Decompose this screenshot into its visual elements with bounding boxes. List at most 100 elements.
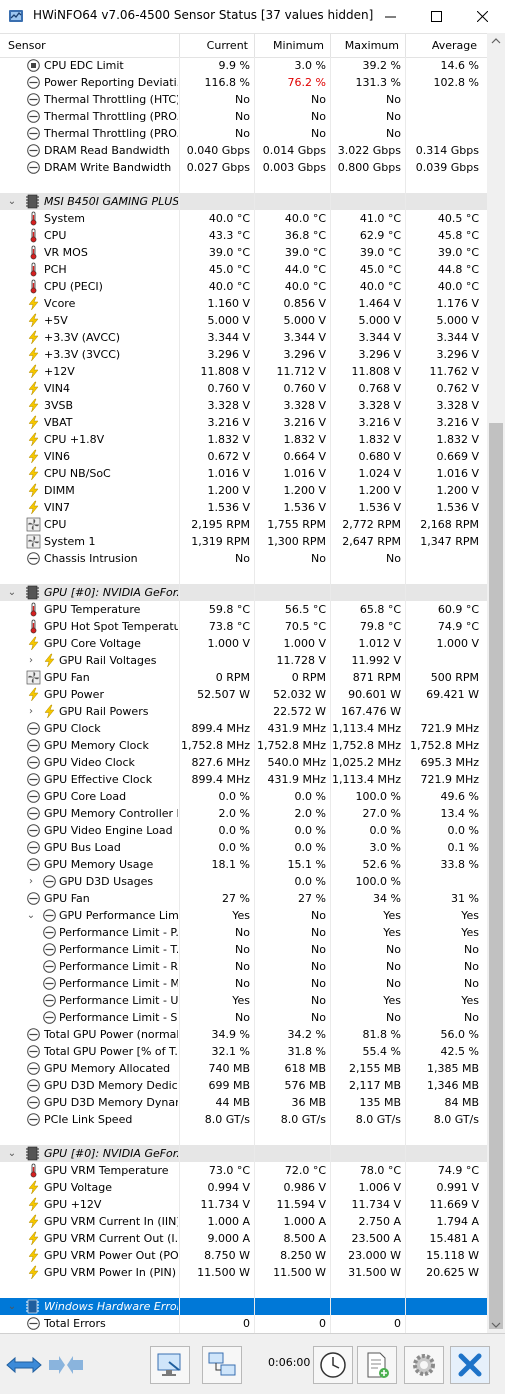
sensor-row[interactable]: +3.3V (3VCC) 3.296 V 3.296 V 3.296 V 3.296 V [0, 346, 487, 363]
sensor-row[interactable]: GPU VRM Power In (PIN) 11.500 W 11.500 W 31… [0, 1264, 487, 1281]
scroll-up-button[interactable] [487, 33, 505, 50]
column-header-maximum[interactable]: Maximum [330, 34, 405, 57]
sensor-row[interactable]: CPU 2,195 RPM 1,755 RPM 2,772 RPM 2,168 RPM [0, 516, 487, 533]
maximize-button[interactable] [413, 0, 459, 32]
sensor-row[interactable]: +5V 5.000 V 5.000 V 5.000 V 5.000 V [0, 312, 487, 329]
sensor-row[interactable]: GPU VRM Current Out (I... 9.000 A 8.500 A 2… [0, 1230, 487, 1247]
sensor-subgroup-row[interactable]: › GPU D3D Usages 0.0 % 100.0 % [0, 873, 487, 890]
sensor-row[interactable]: CPU (PECI) 40.0 °C 40.0 °C 40.0 °C 40.0 °C [0, 278, 487, 295]
report-button[interactable] [150, 1346, 190, 1384]
sensor-row[interactable]: GPU VRM Power Out (PO... 8.750 W 8.250 W 23… [0, 1247, 487, 1264]
column-header-sensor[interactable]: Sensor [0, 34, 179, 57]
sensor-row[interactable]: CPU EDC Limit 9.9 % 3.0 % 39.2 % 14.6 % [0, 57, 487, 74]
sensor-row[interactable]: DRAM Write Bandwidth 0.027 Gbps 0.003 Gbps… [0, 159, 487, 176]
navigate-button[interactable] [4, 1346, 44, 1384]
navigate-reset-button[interactable] [46, 1346, 86, 1384]
column-header-average[interactable]: Average [405, 34, 483, 57]
sensor-subgroup-row[interactable]: › GPU Rail Voltages 11.728 V 11.992 V [0, 652, 487, 669]
sensor-row[interactable]: VIN4 0.760 V 0.760 V 0.768 V 0.762 V [0, 380, 487, 397]
sensor-row[interactable]: PCIe Link Speed 8.0 GT/s 8.0 GT/s 8.0 GT/s 8… [0, 1111, 487, 1128]
close-window-button[interactable] [459, 0, 505, 32]
sensor-row[interactable]: GPU Memory Clock 1,752.8 MHz 1,752.8 MHz 1,… [0, 737, 487, 754]
sensor-group-header[interactable]: ⌄ Windows Hardware Error... [0, 1298, 487, 1315]
sensor-subgroup-row[interactable]: › GPU Rail Powers 22.572 W 167.476 W [0, 703, 487, 720]
sensor-row[interactable]: GPU Fan 27 % 27 % 34 % 31 % [0, 890, 487, 907]
sensor-row[interactable]: GPU +12V 11.734 V 11.594 V 11.734 V 11.669 V [0, 1196, 487, 1213]
collapse-chevron-icon[interactable]: ⌄ [26, 908, 36, 923]
network-button[interactable] [202, 1346, 242, 1384]
collapse-chevron-icon[interactable]: ⌄ [7, 585, 17, 600]
collapse-chevron-icon[interactable]: ⌄ [7, 194, 17, 209]
sensor-row[interactable]: PCH 45.0 °C 44.0 °C 45.0 °C 44.8 °C [0, 261, 487, 278]
sensor-row[interactable]: GPU D3D Memory Dedica... 699 MB 576 MB 2,11… [0, 1077, 487, 1094]
sensor-row[interactable]: Total GPU Power [% of T... 32.1 % 31.8 % 55… [0, 1043, 487, 1060]
sensor-row[interactable]: VBAT 3.216 V 3.216 V 3.216 V 3.216 V [0, 414, 487, 431]
sensor-row[interactable]: DRAM Read Bandwidth 0.040 Gbps 0.014 Gbps 3… [0, 142, 487, 159]
sensor-row[interactable]: GPU Video Engine Load 0.0 % 0.0 % 0.0 % 0.0 … [0, 822, 487, 839]
sensor-group-header[interactable]: ⌄ GPU [#0]: NVIDIA GeFor... [0, 1145, 487, 1162]
sensor-row[interactable]: +12V 11.808 V 11.712 V 11.808 V 11.762 V [0, 363, 487, 380]
expand-chevron-icon[interactable]: › [26, 704, 36, 719]
sensor-subgroup-row[interactable]: Performance Limit - S... No No No No [0, 1009, 487, 1026]
column-header-current[interactable]: Current [179, 34, 254, 57]
sensor-row[interactable]: System 40.0 °C 40.0 °C 41.0 °C 40.5 °C [0, 210, 487, 227]
sensor-row[interactable]: System 1 1,319 RPM 1,300 RPM 2,647 RPM 1,347… [0, 533, 487, 550]
sensor-row[interactable]: +3.3V (AVCC) 3.344 V 3.344 V 3.344 V 3.344 V [0, 329, 487, 346]
sensor-row[interactable]: GPU VRM Current In (IIN) 1.000 A 1.000 A 2.… [0, 1213, 487, 1230]
sensor-subgroup-row[interactable]: Performance Limit - P... No No Yes Yes [0, 924, 487, 941]
sensor-group-header[interactable]: ⌄ MSI B450I GAMING PLUS... [0, 193, 487, 210]
sensor-row[interactable]: GPU Hot Spot Temperature 73.8 °C 70.5 °C 79… [0, 618, 487, 635]
sensor-row[interactable]: GPU Core Load 0.0 % 0.0 % 100.0 % 49.6 % [0, 788, 487, 805]
sensor-row[interactable]: DIMM 1.200 V 1.200 V 1.200 V 1.200 V [0, 482, 487, 499]
sensor-row[interactable]: GPU Bus Load 0.0 % 0.0 % 3.0 % 0.1 % [0, 839, 487, 856]
expand-chevron-icon[interactable]: › [26, 874, 36, 889]
sensor-row[interactable]: GPU Power 52.507 W 52.032 W 90.601 W 69.421 … [0, 686, 487, 703]
sensor-row[interactable]: GPU Clock 899.4 MHz 431.9 MHz 1,113.4 MHz 72… [0, 720, 487, 737]
column-header-minimum[interactable]: Minimum [254, 34, 330, 57]
sensor-row[interactable]: VIN6 0.672 V 0.664 V 0.680 V 0.669 V [0, 448, 487, 465]
sensor-row[interactable]: Thermal Throttling (PRO... No No No [0, 108, 487, 125]
sensor-row[interactable]: Chassis Intrusion No No No [0, 550, 487, 567]
sensor-subgroup-row[interactable]: Performance Limit - U... Yes No Yes Yes [0, 992, 487, 1009]
sensor-row[interactable]: Thermal Throttling (HTC) No No No [0, 91, 487, 108]
sensor-row[interactable]: GPU Memory Controller L... 2.0 % 2.0 % 27.0… [0, 805, 487, 822]
sensor-row[interactable]: Total GPU Power (normali... 34.9 % 34.2 % 8… [0, 1026, 487, 1043]
sensor-row[interactable]: VIN7 1.536 V 1.536 V 1.536 V 1.536 V [0, 499, 487, 516]
expand-chevron-icon[interactable]: › [26, 653, 36, 668]
sensor-subgroup-row[interactable]: Performance Limit - R... No No No No [0, 958, 487, 975]
sensor-row[interactable]: GPU Voltage 0.994 V 0.986 V 1.006 V 0.991 V [0, 1179, 487, 1196]
sensor-row[interactable]: GPU Temperature 59.8 °C 56.5 °C 65.8 °C 60.9… [0, 601, 487, 618]
sensor-group-header[interactable]: ⌄ GPU [#0]: NVIDIA GeFor... [0, 584, 487, 601]
sensor-row[interactable]: GPU Memory Usage 18.1 % 15.1 % 52.6 % 33.8 % [0, 856, 487, 873]
sensor-row[interactable]: CPU +1.8V 1.832 V 1.832 V 1.832 V 1.832 V [0, 431, 487, 448]
sensor-row[interactable]: Total Errors 0 0 0 [0, 1315, 487, 1332]
sensor-row[interactable]: Thermal Throttling (PRO... No No No [0, 125, 487, 142]
add-log-button[interactable] [357, 1346, 397, 1384]
scroll-down-button[interactable] [487, 1316, 505, 1333]
sensor-row[interactable]: GPU Memory Allocated 740 MB 618 MB 2,155 MB… [0, 1060, 487, 1077]
sensor-subgroup-row[interactable]: ⌄ GPU Performance Limits Yes No Yes Yes [0, 907, 487, 924]
clock-reset-button[interactable] [313, 1346, 353, 1384]
sensor-subgroup-row[interactable]: Performance Limit - M... No No No No [0, 975, 487, 992]
minimize-button[interactable] [367, 0, 413, 32]
sensor-list[interactable]: CPU EDC Limit 9.9 % 3.0 % 39.2 % 14.6 % Power… [0, 57, 487, 1333]
sensor-row[interactable]: GPU D3D Memory Dynamic 44 MB 36 MB 135 MB 84… [0, 1094, 487, 1111]
sensor-row[interactable]: 3VSB 3.328 V 3.328 V 3.328 V 3.328 V [0, 397, 487, 414]
settings-button[interactable] [404, 1346, 444, 1384]
vertical-scrollbar[interactable] [487, 33, 505, 1333]
sensor-row[interactable]: CPU 43.3 °C 36.8 °C 62.9 °C 45.8 °C [0, 227, 487, 244]
sensor-subgroup-row[interactable]: Performance Limit - T... No No No No [0, 941, 487, 958]
collapse-chevron-icon[interactable]: ⌄ [7, 1299, 17, 1314]
scrollbar-thumb[interactable] [489, 423, 503, 1329]
sensor-row[interactable]: GPU Fan 0 RPM 0 RPM 871 RPM 500 RPM [0, 669, 487, 686]
sensor-row[interactable]: GPU Video Clock 827.6 MHz 540.0 MHz 1,025.2… [0, 754, 487, 771]
sensor-row[interactable]: GPU Core Voltage 1.000 V 1.000 V 1.012 V 1.0… [0, 635, 487, 652]
sensor-row[interactable]: GPU VRM Temperature 73.0 °C 72.0 °C 78.0 °C… [0, 1162, 487, 1179]
sensor-row[interactable]: GPU Effective Clock 899.4 MHz 431.9 MHz 1,1… [0, 771, 487, 788]
sensor-row[interactable]: Power Reporting Deviati... 116.8 % 76.2 % 1… [0, 74, 487, 91]
sensor-row[interactable]: CPU NB/SoC 1.016 V 1.016 V 1.024 V 1.016 V [0, 465, 487, 482]
collapse-chevron-icon[interactable]: ⌄ [7, 1146, 17, 1161]
close-sensors-button[interactable] [450, 1346, 490, 1384]
sensor-row[interactable]: Vcore 1.160 V 0.856 V 1.464 V 1.176 V [0, 295, 487, 312]
sensor-row[interactable]: VR MOS 39.0 °C 39.0 °C 39.0 °C 39.0 °C [0, 244, 487, 261]
